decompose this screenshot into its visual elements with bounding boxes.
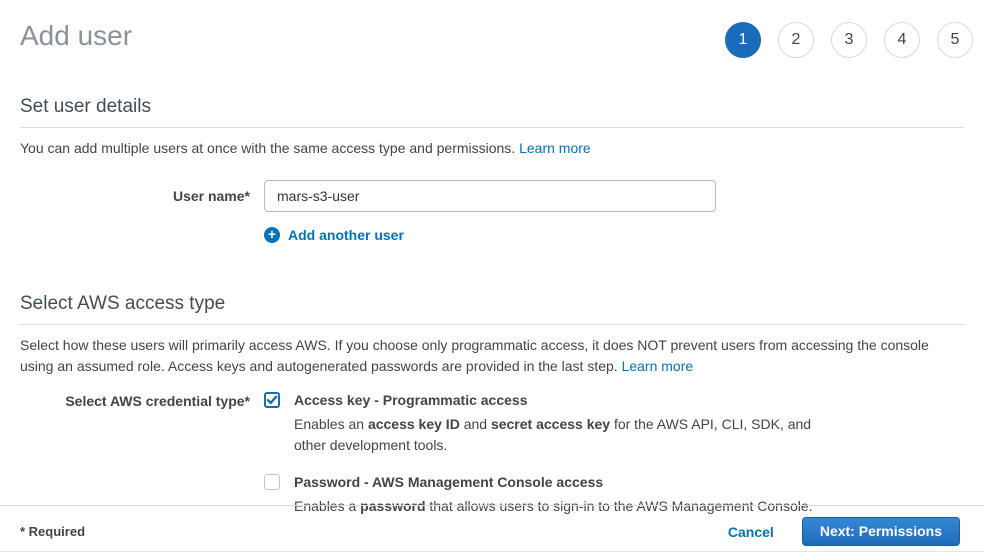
footer-actions: Cancel Next: Permissions bbox=[728, 517, 960, 546]
user-details-intro-text: You can add multiple users at once with … bbox=[20, 140, 515, 156]
credential-type-label: Select AWS credential type* bbox=[20, 393, 250, 517]
user-details-intro: You can add multiple users at once with … bbox=[20, 138, 964, 159]
learn-more-link-access-type[interactable]: Learn more bbox=[622, 358, 694, 374]
section-heading-user-details: Set user details bbox=[20, 96, 964, 128]
main-content: Set user details You can add multiple us… bbox=[0, 96, 984, 517]
username-row: User name* bbox=[20, 180, 964, 212]
page-header: Add user 1 2 3 4 5 bbox=[0, 0, 984, 58]
page-bottom-divider bbox=[0, 551, 984, 552]
desc-bold-text: access key ID bbox=[368, 416, 460, 432]
wizard-steps: 1 2 3 4 5 bbox=[725, 22, 973, 58]
cancel-button[interactable]: Cancel bbox=[728, 524, 774, 540]
step-indicator-5: 5 bbox=[937, 22, 973, 58]
access-key-option-title: Access key - Programmatic access bbox=[294, 392, 834, 408]
step-indicator-4: 4 bbox=[884, 22, 920, 58]
desc-text: Enables an bbox=[294, 416, 368, 432]
credential-type-row: Select AWS credential type* Access key -… bbox=[20, 392, 964, 517]
step-indicator-2: 2 bbox=[778, 22, 814, 58]
learn-more-link-user-details[interactable]: Learn more bbox=[519, 140, 591, 156]
desc-bold-text: secret access key bbox=[491, 416, 610, 432]
access-type-intro-text: Select how these users will primarily ac… bbox=[20, 337, 929, 374]
add-another-user-label: Add another user bbox=[288, 227, 404, 243]
credential-options: Access key - Programmatic access Enables… bbox=[264, 392, 834, 517]
add-another-user-link[interactable]: + Add another user bbox=[264, 227, 404, 243]
step-indicator-1: 1 bbox=[725, 22, 761, 58]
next-permissions-button[interactable]: Next: Permissions bbox=[802, 517, 960, 546]
wizard-footer: * Required Cancel Next: Permissions bbox=[0, 505, 984, 546]
password-option-title: Password - AWS Management Console access bbox=[294, 474, 813, 490]
required-note: * Required bbox=[20, 524, 85, 539]
desc-text: and bbox=[460, 416, 491, 432]
access-key-checkbox[interactable] bbox=[264, 392, 280, 408]
page-title: Add user bbox=[20, 20, 132, 52]
check-icon bbox=[266, 394, 278, 406]
access-type-intro: Select how these users will primarily ac… bbox=[20, 335, 964, 377]
username-label: User name* bbox=[20, 188, 250, 204]
access-key-option: Access key - Programmatic access Enables… bbox=[264, 392, 834, 456]
step-indicator-3: 3 bbox=[831, 22, 867, 58]
section-heading-access-type: Select AWS access type bbox=[20, 293, 964, 325]
access-key-option-body: Access key - Programmatic access Enables… bbox=[294, 392, 834, 456]
username-input[interactable] bbox=[264, 180, 716, 212]
password-checkbox[interactable] bbox=[264, 474, 280, 490]
access-key-option-desc: Enables an access key ID and secret acce… bbox=[294, 414, 834, 456]
plus-icon: + bbox=[264, 227, 280, 243]
